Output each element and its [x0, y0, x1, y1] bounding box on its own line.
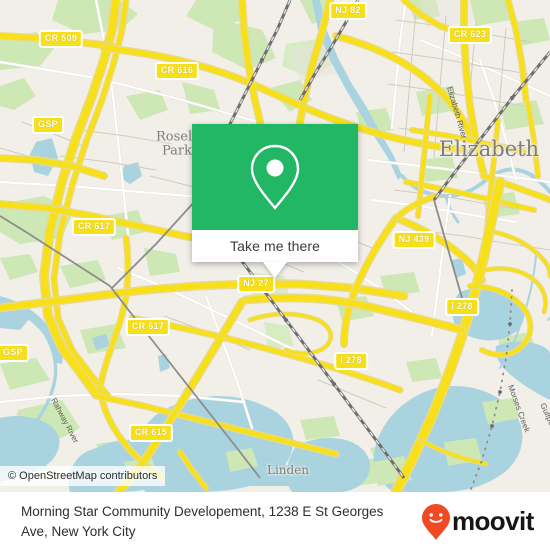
road-shield-cr-623[interactable]: CR 623: [447, 26, 493, 44]
place-label-roselle-park: Park: [161, 143, 193, 159]
road-shield-nj-82[interactable]: NJ 82: [329, 2, 367, 20]
road-shield-cr-509[interactable]: CR 509: [38, 30, 84, 48]
moovit-logo[interactable]: moovit: [421, 503, 550, 541]
callout-action-area[interactable]: Take me there: [192, 230, 358, 262]
callout-tail: [263, 262, 287, 278]
moovit-smiley-pin-icon: [422, 503, 450, 540]
road-shield-i-278-lower[interactable]: I 278: [334, 352, 368, 370]
road-shield-cr-617-lower[interactable]: CR 617: [125, 318, 171, 336]
road-shield-gsp-top[interactable]: GSP: [32, 116, 64, 134]
location-callout-card[interactable]: Take me there: [192, 124, 358, 278]
moovit-wordmark: moovit: [452, 506, 534, 536]
callout-pin-area: [192, 124, 358, 230]
place-label-linden: Linden: [266, 463, 310, 477]
road-shield-i-278-upper[interactable]: I 278: [445, 298, 479, 316]
take-me-there-label: Take me there: [229, 238, 320, 254]
road-shield-gsp-bottom[interactable]: GSP: [0, 344, 29, 362]
map-page: .bg { fill:#f2efe9; } .park { fill:#cde8…: [0, 0, 550, 550]
place-label-elizabeth: Elizabeth: [438, 137, 540, 161]
road-shield-cr-615[interactable]: CR 615: [128, 424, 174, 442]
osm-attribution[interactable]: © OpenStreetMap contributors: [0, 466, 166, 486]
map-canvas[interactable]: .bg { fill:#f2efe9; } .park { fill:#cde8…: [0, 0, 550, 492]
footer-bar: Morning Star Community Developement, 123…: [0, 492, 550, 550]
location-pin-icon: [250, 144, 300, 210]
road-shield-cr-616[interactable]: CR 616: [154, 62, 200, 80]
road-shield-cr-617-upper[interactable]: CR 617: [71, 218, 117, 236]
location-title: Morning Star Community Developement, 123…: [21, 504, 384, 539]
road-shield-nj-439[interactable]: NJ 439: [392, 231, 436, 249]
